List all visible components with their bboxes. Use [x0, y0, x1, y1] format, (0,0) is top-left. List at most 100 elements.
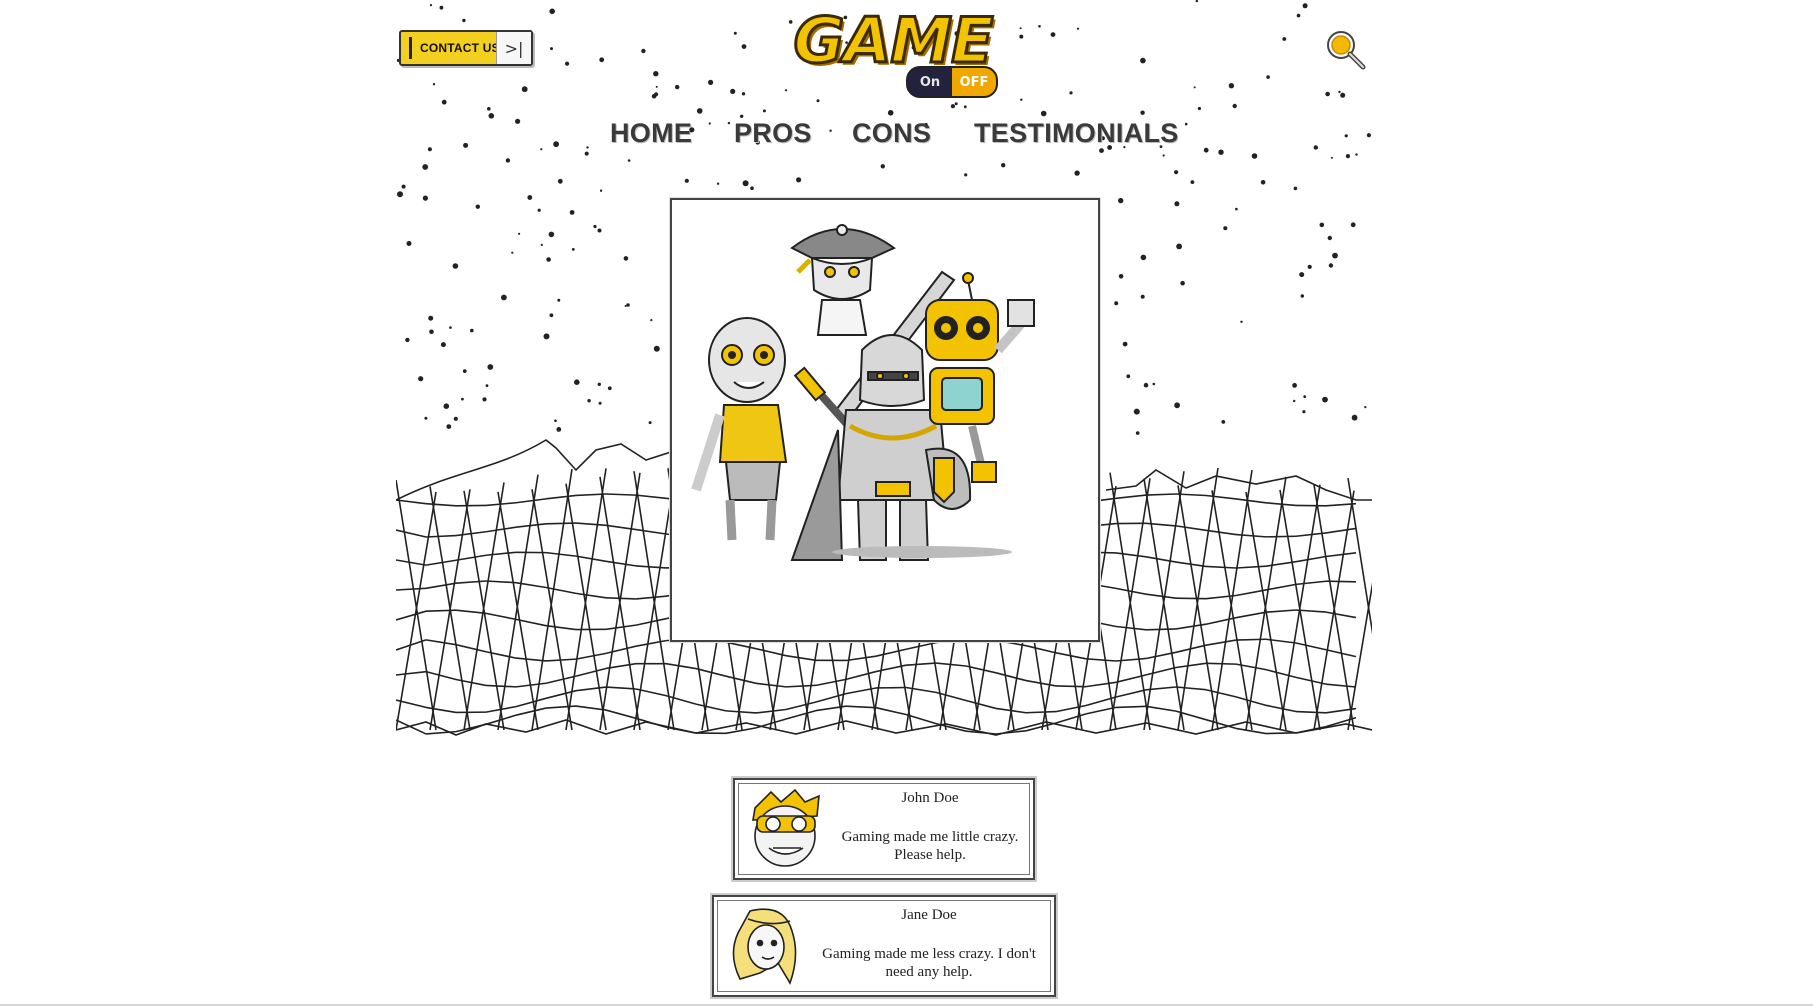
terrain-mesh-line: [725, 710, 757, 714]
terrain-mesh-line: [635, 717, 667, 729]
star-dot: [750, 186, 754, 190]
terrain-mesh-line: [396, 559, 427, 566]
star-dot: [741, 92, 746, 96]
star-dot: [599, 57, 605, 63]
terrain-mesh-line: [545, 586, 577, 595]
terrain-mesh-line: [1205, 565, 1237, 569]
terrain-mesh-line: [635, 565, 667, 569]
star-dot: [1240, 320, 1243, 323]
terrain-mesh-line: [1145, 493, 1177, 496]
site-logo[interactable]: GAME On OFF: [778, 3, 1038, 100]
terrain-mesh-line: [575, 592, 607, 599]
star-dot: [557, 178, 563, 184]
star-dot: [716, 182, 720, 185]
star-dot: [1050, 32, 1056, 37]
terrain-mesh-line: [425, 609, 457, 612]
terrain-mesh-line: [605, 624, 637, 631]
star-dot: [742, 180, 749, 187]
terrain-mesh-line: [965, 699, 997, 710]
terrain-mesh-line: [1205, 616, 1237, 626]
star-dot: [1174, 402, 1180, 409]
star-dot: [1364, 406, 1367, 409]
star-dot: [1223, 226, 1228, 231]
star-dot: [1350, 222, 1356, 228]
contact-us-button[interactable]: CONTACT US >|: [399, 30, 533, 66]
terrain-mesh-line: [1325, 552, 1357, 558]
terrain-mesh-line: [785, 701, 817, 711]
star-dot: [1282, 37, 1287, 41]
star-dot: [655, 85, 658, 88]
game-characters-illustration: [691, 224, 1035, 561]
terrain-mesh-line: [396, 670, 427, 676]
star-dot: [549, 8, 555, 15]
nav-item-testimonials[interactable]: TESTIMONIALS: [974, 118, 1179, 149]
star-dot: [1235, 207, 1238, 211]
star-dot: [453, 416, 458, 421]
star-dot: [1118, 197, 1124, 204]
logo-toggle-on: On: [908, 68, 952, 96]
star-dot: [418, 376, 424, 382]
star-dot: [1193, 86, 1196, 89]
star-dot: [439, 5, 444, 10]
star-dot: [1221, 420, 1226, 424]
nav-item-home[interactable]: HOME: [610, 118, 692, 149]
star-dot: [554, 419, 557, 423]
terrain-mesh-line: [455, 554, 487, 562]
search-button[interactable]: [1322, 26, 1368, 72]
terrain-mesh-line: [1205, 688, 1237, 698]
star-dot: [429, 4, 433, 7]
star-dot: [543, 333, 550, 340]
terrain-mesh-line: [425, 639, 457, 646]
star-dot: [1228, 83, 1235, 89]
terrain-mesh-line: [1085, 706, 1117, 715]
star-dot: [963, 105, 967, 109]
terrain-mesh-line: [995, 672, 1027, 682]
star-dot: [565, 61, 570, 66]
nav-item-pros[interactable]: PROS: [734, 118, 812, 149]
star-dot: [607, 386, 612, 391]
star-dot: [1040, 110, 1047, 117]
star-dot: [548, 231, 555, 238]
star-dot: [470, 328, 474, 333]
star-dot: [1076, 27, 1080, 30]
star-dot: [730, 88, 736, 94]
nav-item-cons[interactable]: CONS: [852, 118, 931, 149]
terrain-mesh-line: [455, 723, 487, 733]
star-dot: [587, 399, 591, 403]
star-dot: [1332, 252, 1338, 259]
star-dot: [1195, 0, 1198, 3]
terrain-mesh-line: [396, 610, 427, 621]
terrain-mesh-line: [425, 670, 457, 681]
terrain-mesh-line: [1145, 556, 1177, 563]
star-dot: [597, 382, 601, 386]
star-dot: [505, 158, 511, 163]
terrain-mesh-line: [815, 692, 847, 703]
pirate-character: [790, 224, 896, 336]
terrain-mesh-line: [515, 707, 547, 716]
star-dot: [432, 83, 436, 86]
terrain-mesh-line: [1055, 704, 1087, 713]
terrain-mesh-line: [425, 582, 457, 590]
terrain-mesh-line: [545, 705, 577, 709]
terrain-mesh-line: [1025, 710, 1057, 714]
terrain-mesh-line: [1265, 732, 1297, 735]
star-dot: [1133, 408, 1140, 415]
hero-characters-card: [670, 198, 1100, 642]
terrain-mesh-line: [1205, 718, 1237, 730]
star-dot: [462, 369, 467, 373]
star-dot: [1325, 91, 1330, 97]
star-dot: [443, 403, 450, 410]
terrain-mesh-line: [1085, 681, 1117, 688]
terrain-mesh-line: [1055, 685, 1087, 688]
star-dot: [1266, 75, 1270, 79]
star-dot: [1001, 163, 1006, 168]
star-dot: [422, 164, 429, 170]
star-dot: [1340, 92, 1346, 98]
terrain-mesh-line: [1115, 552, 1147, 558]
star-dot: [954, 102, 958, 106]
terrain-mesh-line: [1115, 705, 1147, 709]
star-dot: [485, 384, 489, 387]
terrain-mesh-line: [845, 705, 877, 709]
star-dot: [1114, 301, 1119, 306]
terrain-mesh-line: [1175, 686, 1207, 691]
